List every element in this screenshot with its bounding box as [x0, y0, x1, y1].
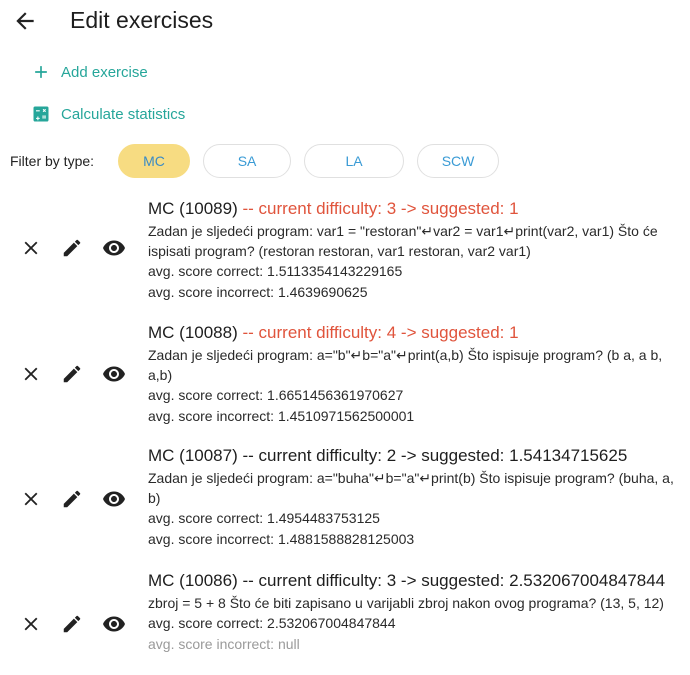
filter-chip-scw[interactable]: SCW: [417, 144, 500, 178]
exercise-content: MC (10086) -- current difficulty: 3 -> s…: [148, 570, 688, 655]
calculator-icon: [30, 103, 52, 125]
page-title: Edit exercises: [70, 7, 214, 33]
edit-pencil-icon[interactable]: [61, 612, 83, 636]
exercise-title: MC (10086) -- current difficulty: 3 -> s…: [148, 570, 688, 592]
view-eye-icon[interactable]: [102, 236, 126, 260]
exercise-text: zbroj = 5 + 8 Što će biti zapisano u var…: [148, 595, 664, 611]
exercise-id: MC (10088): [148, 323, 238, 342]
exercise-content: MC (10089) -- current difficulty: 3 -> s…: [148, 198, 688, 303]
exercise-title: MC (10087) -- current difficulty: 2 -> s…: [148, 445, 688, 467]
filter-chip-mc[interactable]: MC: [118, 144, 191, 178]
exercise-actions: [20, 236, 132, 260]
exercise-text: Zadan je sljedeći program: a="buha"↵b="a…: [148, 470, 674, 506]
filter-chip-sa[interactable]: SA: [203, 144, 292, 178]
score-correct: avg. score correct: 1.4954483753125: [148, 510, 380, 526]
exercise-text: Zadan je sljedeći program: a="b"↵b="a"↵p…: [148, 347, 663, 383]
delete-icon[interactable]: [20, 487, 42, 511]
exercise-difficulty: -- current difficulty: 2 -> suggested: 1…: [242, 446, 628, 465]
edit-pencil-icon[interactable]: [61, 362, 83, 386]
score-incorrect: avg. score incorrect: 1.4639690625: [148, 284, 368, 300]
edit-pencil-icon[interactable]: [61, 487, 83, 511]
view-eye-icon[interactable]: [102, 362, 126, 386]
exercise-title: MC (10089) -- current difficulty: 3 -> s…: [148, 198, 688, 220]
view-eye-icon[interactable]: [102, 487, 126, 511]
exercise-id: MC (10089): [148, 199, 238, 218]
add-exercise-label: Add exercise: [61, 63, 148, 81]
app-header: Edit exercises: [0, 0, 690, 44]
delete-icon[interactable]: [20, 362, 42, 386]
view-eye-icon[interactable]: [102, 612, 126, 636]
exercise-content: MC (10087) -- current difficulty: 2 -> s…: [148, 445, 688, 550]
exercise-actions: [20, 612, 132, 636]
delete-icon[interactable]: [20, 612, 42, 636]
score-incorrect: avg. score incorrect: null: [148, 636, 300, 652]
score-correct: avg. score correct: 1.5113354143229165: [148, 263, 403, 279]
calculate-statistics-label: Calculate statistics: [61, 105, 186, 123]
score-correct: avg. score correct: 1.6651456361970627: [148, 387, 404, 403]
score-incorrect: avg. score incorrect: 1.4881588828125003: [148, 531, 415, 547]
score-correct: avg. score correct: 2.532067004847844: [148, 615, 396, 631]
add-exercise-button[interactable]: Add exercise: [30, 60, 148, 84]
exercise-text: Zadan je sljedeći program: var1 = "resto…: [148, 223, 658, 259]
exercise-actions: [20, 487, 132, 511]
exercise-content: MC (10088) -- current difficulty: 4 -> s…: [148, 322, 688, 427]
filter-chip-la[interactable]: LA: [304, 144, 405, 178]
back-arrow-icon[interactable]: [12, 8, 38, 34]
delete-icon[interactable]: [20, 236, 42, 260]
exercise-title: MC (10088) -- current difficulty: 4 -> s…: [148, 322, 688, 344]
exercise-difficulty: -- current difficulty: 4 -> suggested: 1: [242, 323, 519, 342]
exercise-id: MC (10087): [148, 446, 238, 465]
filter-label: Filter by type:: [10, 153, 95, 169]
edit-pencil-icon[interactable]: [61, 236, 83, 260]
calculate-statistics-button[interactable]: Calculate statistics: [30, 102, 185, 126]
plus-icon: [30, 61, 52, 83]
score-incorrect: avg. score incorrect: 1.4510971562500001: [148, 408, 415, 424]
exercise-id: MC (10086): [148, 571, 238, 590]
exercise-difficulty: -- current difficulty: 3 -> suggested: 2…: [242, 571, 666, 590]
type-filter: Filter by type: MC SA LA SCW: [10, 144, 512, 178]
exercise-actions: [20, 362, 132, 386]
exercise-difficulty: -- current difficulty: 3 -> suggested: 1: [242, 199, 519, 218]
